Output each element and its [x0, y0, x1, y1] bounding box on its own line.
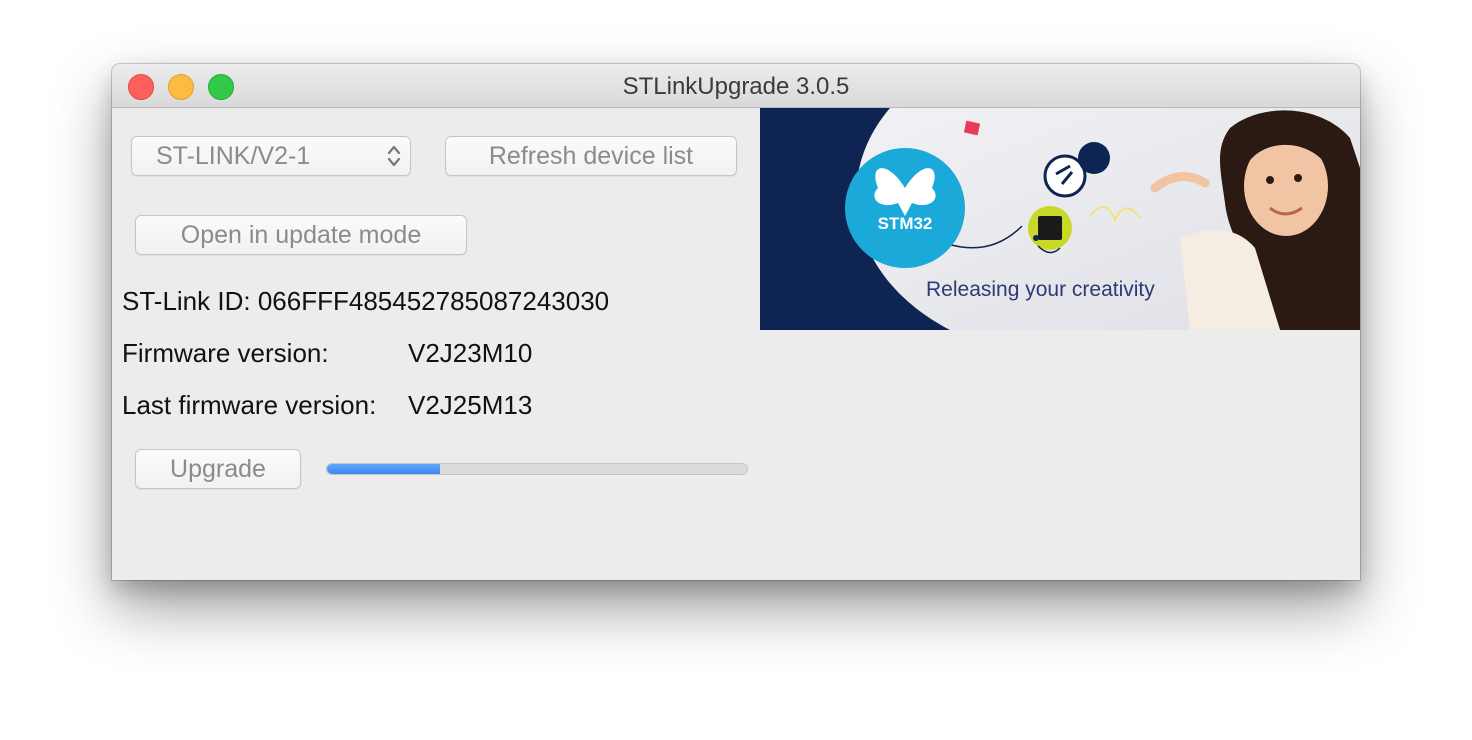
last-firmware-version-value: V2J25M13: [408, 390, 533, 420]
device-select-value: ST-LINK/V2-1: [156, 142, 311, 170]
refresh-device-list-button[interactable]: Refresh device list: [445, 136, 737, 176]
banner-graphic: STM32 Releasing your creativity: [760, 108, 1360, 330]
device-select[interactable]: ST-LINK/V2-1: [131, 136, 411, 176]
main-content: ST-LINK/V2-1 Refresh device list Open in…: [112, 108, 1360, 580]
stm32-logo-text: STM32: [878, 214, 933, 233]
stlink-id-row: ST-Link ID: 066FFF485452785087243030: [122, 286, 609, 317]
upgrade-progress-bar: [326, 463, 748, 475]
progress-fill: [327, 464, 441, 474]
window-title: STLinkUpgrade 3.0.5: [622, 73, 850, 100]
stlink-id-value: 066FFF485452785087243030: [257, 286, 610, 316]
stlink-id-label: ST-Link ID:: [122, 286, 251, 316]
app-window: STLinkUpgrade 3.0.5 ST-LINK/V2-1 Refresh…: [112, 64, 1360, 580]
up-down-arrows-icon: [387, 145, 401, 167]
stm32-banner-image: STM32 Releasing your creativity: [760, 108, 1360, 330]
firmware-version-value: V2J23M10: [408, 338, 533, 368]
title-bar[interactable]: STLinkUpgrade 3.0.5: [112, 64, 1360, 108]
banner-tagline: Releasing your creativity: [926, 278, 1155, 301]
last-firmware-version-label: Last firmware version:: [122, 390, 377, 420]
open-update-mode-button[interactable]: Open in update mode: [135, 215, 467, 255]
upgrade-button[interactable]: Upgrade: [135, 449, 301, 489]
firmware-version-label: Firmware version:: [122, 338, 329, 368]
